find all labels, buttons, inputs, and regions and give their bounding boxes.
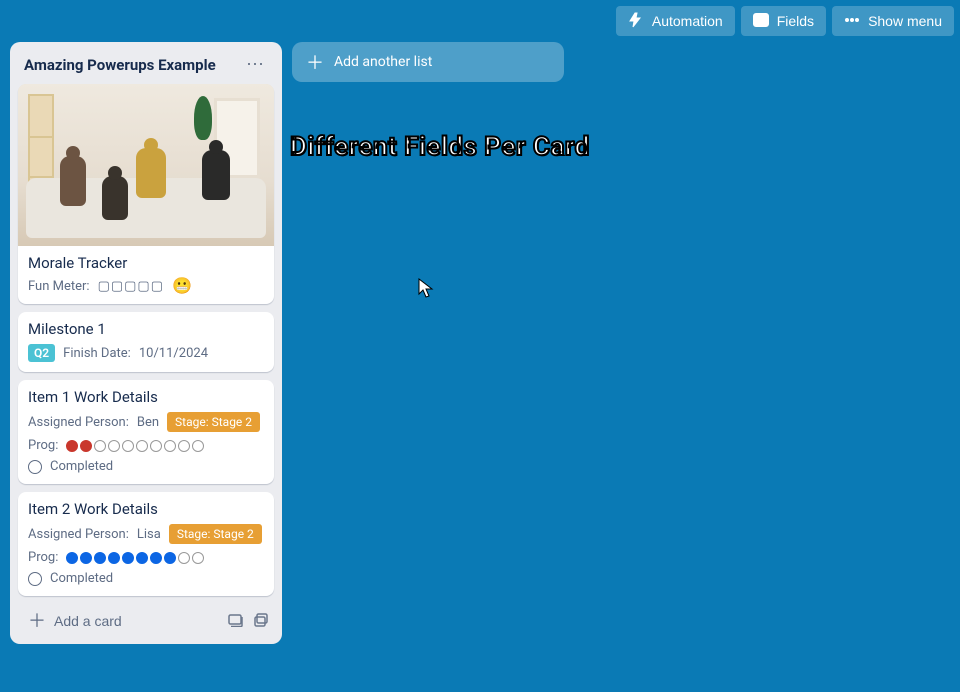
add-card-label: Add a card bbox=[54, 613, 122, 629]
progress-dot bbox=[94, 552, 106, 564]
assigned-person-value: Lisa bbox=[137, 527, 161, 542]
add-card-button[interactable]: ＋ Add a card bbox=[22, 608, 128, 634]
card-cover-image bbox=[18, 84, 274, 246]
completed-checkbox-icon[interactable] bbox=[28, 572, 42, 586]
board-canvas: Automation Fields Show menu Amazing Powe… bbox=[0, 0, 960, 692]
progress-dot bbox=[178, 552, 190, 564]
progress-dot bbox=[136, 440, 148, 452]
progress-dot bbox=[192, 552, 204, 564]
plus-icon: ＋ bbox=[306, 49, 324, 75]
progress-dot bbox=[122, 440, 134, 452]
card-title: Item 2 Work Details bbox=[28, 500, 264, 518]
add-list-button[interactable]: ＋ Add another list bbox=[292, 42, 564, 82]
progress-label: Prog: bbox=[28, 438, 58, 453]
progress-dot bbox=[178, 440, 190, 452]
progress-dot bbox=[80, 552, 92, 564]
stage-badge: Stage: Stage 2 bbox=[167, 412, 260, 432]
progress-dots bbox=[66, 552, 204, 564]
dots-icon bbox=[844, 12, 860, 31]
progress-dot bbox=[108, 440, 120, 452]
progress-dots bbox=[66, 440, 204, 452]
card-item-1-work-details[interactable]: Item 1 Work Details Assigned Person: Ben… bbox=[18, 380, 274, 484]
progress-dot bbox=[164, 440, 176, 452]
automation-button[interactable]: Automation bbox=[616, 6, 735, 36]
automation-label: Automation bbox=[652, 13, 723, 29]
fields-button[interactable]: Fields bbox=[741, 6, 826, 36]
grimace-emoji-icon: 😬 bbox=[172, 278, 192, 294]
completed-label: Completed bbox=[50, 459, 113, 474]
progress-dot bbox=[66, 440, 78, 452]
card-morale-tracker[interactable]: Morale Tracker Fun Meter: ▢▢▢▢▢ 😬 bbox=[18, 84, 274, 304]
list-icon bbox=[753, 12, 769, 31]
stage-badge: Stage: Stage 2 bbox=[169, 524, 262, 544]
card-item-2-work-details[interactable]: Item 2 Work Details Assigned Person: Lis… bbox=[18, 492, 274, 596]
progress-dot bbox=[66, 552, 78, 564]
progress-dot bbox=[150, 552, 162, 564]
progress-dot bbox=[164, 552, 176, 564]
assigned-person-value: Ben bbox=[137, 415, 159, 430]
plus-icon: ＋ bbox=[28, 612, 46, 630]
quarter-badge: Q2 bbox=[28, 344, 55, 362]
template-icon[interactable] bbox=[228, 612, 244, 631]
assigned-person-label: Assigned Person: bbox=[28, 527, 129, 542]
assigned-person-label: Assigned Person: bbox=[28, 415, 129, 430]
list-title[interactable]: Amazing Powerups Example bbox=[24, 56, 216, 74]
card-title: Milestone 1 bbox=[28, 320, 264, 338]
board-header: Automation Fields Show menu bbox=[616, 6, 954, 36]
progress-dot bbox=[150, 440, 162, 452]
card-from-template-icon[interactable] bbox=[254, 612, 270, 631]
show-menu-button[interactable]: Show menu bbox=[832, 6, 954, 36]
fields-label: Fields bbox=[777, 13, 814, 29]
finish-date-value: 10/11/2024 bbox=[139, 346, 208, 361]
overlay-title: Different Fields Per Card bbox=[290, 132, 590, 162]
show-menu-label: Show menu bbox=[868, 13, 942, 29]
progress-dot bbox=[80, 440, 92, 452]
progress-dot bbox=[192, 440, 204, 452]
card-title: Item 1 Work Details bbox=[28, 388, 264, 406]
fun-meter-label: Fun Meter: bbox=[28, 279, 90, 294]
lightning-icon bbox=[628, 12, 644, 31]
completed-label: Completed bbox=[50, 571, 113, 586]
progress-label: Prog: bbox=[28, 550, 58, 565]
finish-date-label: Finish Date: bbox=[63, 346, 131, 361]
progress-dot bbox=[122, 552, 134, 564]
progress-dot bbox=[94, 440, 106, 452]
completed-checkbox-icon[interactable] bbox=[28, 460, 42, 474]
fun-meter-boxes: ▢▢▢▢▢ bbox=[98, 279, 164, 294]
progress-dot bbox=[136, 552, 148, 564]
card-milestone-1[interactable]: Milestone 1 Q2 Finish Date: 10/11/2024 bbox=[18, 312, 274, 372]
card-title: Morale Tracker bbox=[28, 254, 264, 272]
list-amazing-powerups: Amazing Powerups Example ⋯ bbox=[10, 42, 282, 644]
progress-dot bbox=[108, 552, 120, 564]
list-menu-button[interactable]: ⋯ bbox=[242, 54, 268, 76]
add-list-label: Add another list bbox=[334, 54, 432, 70]
